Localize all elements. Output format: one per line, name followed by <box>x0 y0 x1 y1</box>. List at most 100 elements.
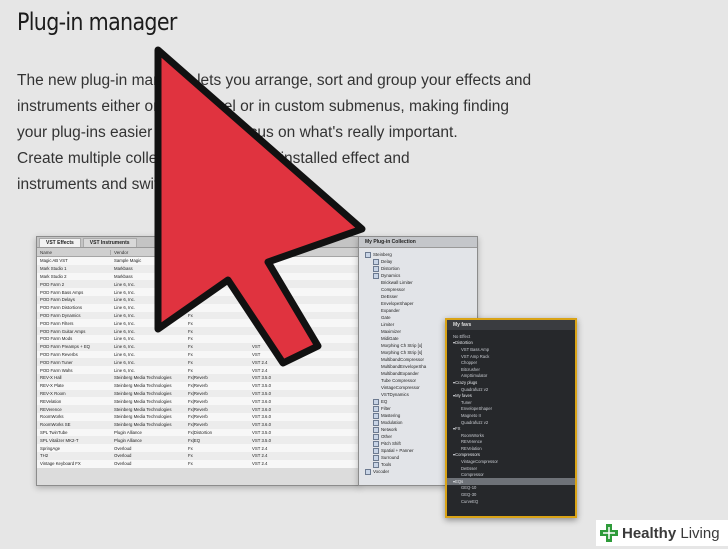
table-cell: Line 6, Inc. <box>114 351 136 357</box>
table-cell: VST <box>252 344 261 350</box>
table-row[interactable]: SPL TwinTube Plugin Alliance Fx|Distortion… <box>37 428 359 437</box>
column-header-instances[interactable]: Instances <box>279 249 359 255</box>
table-cell: VST 3.6.0 <box>252 422 272 428</box>
table-row[interactable]: Mark Studio 1 Markbass <box>37 264 359 273</box>
table-row[interactable]: POD Farm 2 Line 6, Inc. <box>37 280 359 289</box>
table-cell: Fx <box>188 305 193 311</box>
favorites-item[interactable]: GEQ-10 <box>447 485 575 492</box>
table-row[interactable]: POD Farm Tuner Line 6, Inc. Fx VST 2.4 <box>37 358 359 367</box>
table-row[interactable]: POD Farm Dynamics Line 6, Inc. Fx <box>37 311 359 320</box>
intro-line: Create multiple collections / sets of al… <box>17 150 410 167</box>
table-row[interactable]: REV-X Plate Steinberg Media Technologies F… <box>37 381 359 390</box>
table-row[interactable]: POD Farm Wahs Line 6, Inc. Fx VST 2.4 <box>37 366 359 374</box>
collection-title: My Plug-in Collection <box>359 237 477 248</box>
favorites-item[interactable]: EnvelopeShaper <box>447 406 575 413</box>
favorites-group[interactable]: ▾ Compressors <box>447 452 575 459</box>
favorites-group[interactable]: ▾ Crazy plugs <box>447 379 575 386</box>
tree-item[interactable]: Expander <box>359 307 477 314</box>
table-row[interactable]: Magic AB VST Sample Magic <box>37 257 359 265</box>
favorites-item[interactable]: REVerence <box>447 439 575 446</box>
column-header-vendor[interactable]: Vendor <box>111 249 185 255</box>
tree-item[interactable]: Delay <box>359 258 477 265</box>
table-row[interactable]: RoomWorks SE Steinberg Media Technologies… <box>37 420 359 429</box>
table-cell: Fx|Reverb <box>188 406 208 412</box>
favorites-item[interactable]: DeEsser <box>447 465 575 472</box>
favorites-item[interactable]: GEQ-30 <box>447 491 575 498</box>
tree-item[interactable]: DeEsser <box>359 293 477 300</box>
tree-item[interactable]: Dynamics <box>359 272 477 279</box>
tree-item[interactable]: Brickwall Limiter <box>359 279 477 286</box>
table-cell: Line 6, Inc. <box>114 344 136 350</box>
favorites-item-label: VintageCompressor <box>461 459 498 465</box>
favorites-item[interactable]: REVelation <box>447 445 575 452</box>
tree-item-label: Expander <box>381 308 400 313</box>
favorites-item[interactable]: VST Amp Rack <box>447 353 575 360</box>
favorites-group[interactable]: ▾ My faves <box>447 392 575 399</box>
favorites-item[interactable]: Tuner <box>447 399 575 406</box>
folder-icon <box>373 433 379 440</box>
table-row[interactable]: POD Farm Distortions Line 6, Inc. Fx <box>37 303 359 312</box>
table-row[interactable]: POD Farm Preamps + EQ Line 6, Inc. Fx VST <box>37 342 359 351</box>
table-row[interactable]: REVerence Steinberg Media Technologies Fx|… <box>37 405 359 413</box>
folder-icon <box>365 251 371 258</box>
table-row[interactable]: POD Farm Delays Line 6, Inc. Fx <box>37 295 359 304</box>
table-row[interactable]: REV-X Room Steinberg Media Technologies Fx… <box>37 389 359 398</box>
favorites-item[interactable]: RoomWorks <box>447 432 575 439</box>
table-cell: Fx|EQ <box>188 437 201 443</box>
tree-item-label: Vocoder <box>373 469 390 474</box>
favorites-item[interactable]: No Effect <box>447 333 575 340</box>
table-cell: VST 2.4 <box>252 359 268 365</box>
table-cell: POD Farm Guitar Amps <box>40 328 86 334</box>
favorites-group[interactable]: ▾ FX <box>447 425 575 432</box>
table-row[interactable]: POD Farm Mods Line 6, Inc. Fx <box>37 334 359 343</box>
favorites-item[interactable]: Bitcrusher <box>447 366 575 373</box>
favorites-group[interactable]: ▾ EQs <box>447 478 575 485</box>
tree-item-label: MultibandEnvelopeSha <box>381 364 427 369</box>
tree-item[interactable]: Compressor <box>359 286 477 293</box>
tree-item[interactable]: EnvelopeShaper <box>359 300 477 307</box>
favorites-item[interactable]: AmpSimulator <box>447 373 575 380</box>
tab-vst-effects[interactable]: VST Effects <box>39 238 81 247</box>
favorites-item[interactable]: CurveEQ <box>447 498 575 505</box>
table-cell: SPL TwinTube <box>40 429 68 435</box>
favorites-item[interactable]: Quadrafuzz v2 <box>447 419 575 426</box>
column-header-name[interactable]: Name <box>37 249 111 255</box>
table-cell: POD Farm Reverbs <box>40 351 78 357</box>
favorites-item-label: AmpSimulator <box>461 373 488 379</box>
table-cell: Fx <box>188 367 193 373</box>
table-row[interactable]: POD Farm Filters Line 6, Inc. Fx <box>37 319 359 328</box>
tab-vst-instruments[interactable]: VST Instruments <box>82 238 137 247</box>
favorites-item[interactable]: VintageCompressor <box>447 458 575 465</box>
folder-icon <box>373 447 379 454</box>
tree-item-label: VSTDynamics <box>381 392 409 397</box>
table-row[interactable]: REV-X Hall Steinberg Media Technologies Fx… <box>37 373 359 382</box>
table-row[interactable]: SpringAge Overloud Fx VST 2.4 <box>37 444 359 452</box>
table-row[interactable]: SPL Vitalizer MK2-T Plugin Alliance Fx|EQ V… <box>37 436 359 445</box>
favorites-item-label: REVelation <box>461 445 482 451</box>
favorites-item[interactable]: VST Bass Amp <box>447 346 575 353</box>
table-row[interactable]: POD Farm Bass Amps Line 6, Inc. Fx <box>37 288 359 296</box>
favorites-item[interactable]: Magneto II <box>447 412 575 419</box>
table-row[interactable]: Vintage Keyboard FX Overloud Fx VST 2.4 <box>37 459 359 468</box>
tree-item-label: Distortion <box>381 266 400 271</box>
table-cell: POD Farm Dynamics <box>40 312 81 318</box>
favorites-item[interactable]: Quadrafuzz v2 <box>447 386 575 393</box>
tree-item[interactable]: Distortion <box>359 265 477 272</box>
table-row[interactable]: POD Farm Guitar Amps Line 6, Inc. Fx <box>37 327 359 335</box>
tree-item-label: Steinberg <box>373 252 392 257</box>
table-row[interactable]: POD Farm Reverbs Line 6, Inc. Fx VST <box>37 350 359 359</box>
table-cell: SpringAge <box>40 445 61 451</box>
favorites-item-label: Bitcrusher <box>461 366 480 372</box>
table-row[interactable]: TH2 Overloud Fx VST 2.4 <box>37 451 359 460</box>
table-cell: Plugin Alliance <box>114 429 142 435</box>
table-cell: POD Farm Delays <box>40 297 75 303</box>
favorites-item[interactable]: Compressor <box>447 471 575 478</box>
table-cell: Line 6, Inc. <box>114 297 136 303</box>
table-row[interactable]: RoomWorks Steinberg Media Technologies Fx|… <box>37 412 359 421</box>
table-row[interactable]: REVelation Steinberg Media Technologies Fx… <box>37 397 359 406</box>
favorites-item[interactable]: Chopper <box>447 359 575 366</box>
favorites-group[interactable]: ▾ Distortion <box>447 340 575 347</box>
favorites-item-label: Compressor <box>461 472 484 478</box>
table-row[interactable]: Mark Studio 2 Markbass <box>37 272 359 281</box>
tree-item[interactable]: Steinberg <box>359 251 477 258</box>
